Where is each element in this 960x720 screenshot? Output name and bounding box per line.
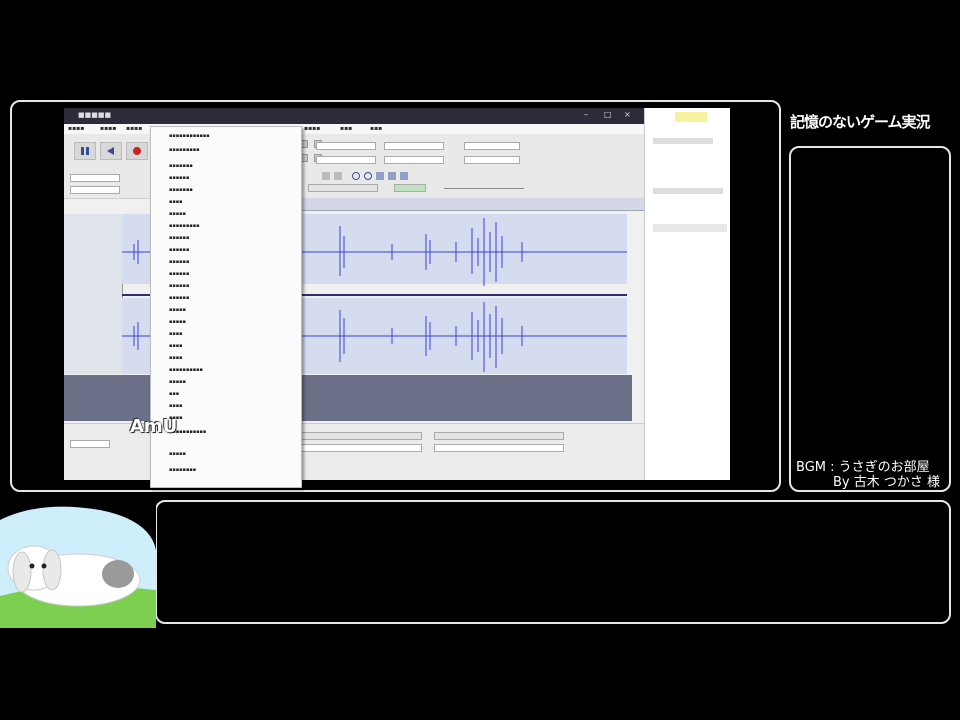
menu-item[interactable]: ▪▪▪▪▪▪▪▪	[169, 467, 196, 475]
menu-item[interactable]: ▪▪▪▪	[169, 331, 183, 339]
skip-start-icon	[107, 147, 114, 155]
menu-item[interactable]: ▪▪▪▪▪▪▪▪▪▪	[169, 367, 203, 375]
menu-item[interactable]: ▪▪▪▪▪▪	[169, 295, 189, 303]
watermark-text: AmU	[130, 416, 178, 437]
menu-item[interactable]: ▪▪▪▪▪	[169, 379, 186, 387]
device-select[interactable]	[70, 174, 120, 182]
selection-start-field[interactable]	[300, 444, 422, 452]
selection-end-field[interactable]	[434, 444, 564, 452]
logo-title: 記憶のないゲーム実況	[790, 113, 931, 131]
edit-toolbar[interactable]	[322, 170, 412, 182]
menu-item[interactable]: ▪▪▪▪▪▪▪▪▪▪▪▪	[169, 133, 210, 141]
trim-icon[interactable]	[388, 172, 396, 180]
menu-item[interactable]: ▪▪▪▪	[304, 125, 320, 132]
menu-item[interactable]: ▪▪▪▪▪▪▪	[169, 187, 193, 195]
zoom-out-icon[interactable]	[364, 172, 372, 180]
menu-item[interactable]: ▪▪▪▪▪▪▪	[169, 163, 193, 171]
fit-icon[interactable]	[376, 172, 384, 180]
menu-item[interactable]: ▪▪▪▪	[169, 343, 183, 351]
app-title: ■■■■■	[78, 111, 112, 119]
menu-item[interactable]: ▪▪▪▪▪▪	[169, 235, 189, 243]
close-icon[interactable]: ×	[624, 110, 631, 119]
menu-item[interactable]: ▪▪▪▪	[126, 125, 142, 132]
menu-item[interactable]: ▪▪▪▪	[169, 199, 183, 207]
menu-item[interactable]: ▪▪▪▪	[169, 403, 183, 411]
panel-item[interactable]	[653, 224, 727, 232]
minimize-icon[interactable]: –	[584, 110, 588, 119]
bgm-credit-line2: By 古木 つかさ 様	[833, 475, 941, 490]
playback-speed-slider[interactable]	[444, 188, 524, 189]
timeline-ruler[interactable]	[300, 198, 644, 211]
menu-item[interactable]: ▪▪▪▪▪	[169, 307, 186, 315]
selection-mode-select[interactable]	[434, 432, 564, 440]
highlight-label	[675, 112, 707, 122]
channel-select[interactable]	[70, 186, 120, 194]
meter-playback-2[interactable]	[316, 156, 376, 164]
meter-record[interactable]	[384, 142, 444, 150]
menu-item[interactable]: ▪▪▪▪▪▪	[169, 283, 189, 291]
share-audio-button[interactable]	[394, 184, 426, 192]
project-rate-field[interactable]	[70, 440, 110, 448]
pause-button[interactable]	[74, 142, 96, 160]
side-info-frame	[789, 146, 951, 492]
menu-item[interactable]: ▪▪▪▪	[169, 355, 183, 363]
record-button[interactable]	[126, 142, 148, 160]
pause-icon	[81, 147, 89, 155]
menu-item[interactable]: ▪▪▪▪▪▪▪▪▪	[169, 147, 200, 155]
menu-item[interactable]: ▪▪▪▪▪▪	[169, 247, 189, 255]
meter-playback[interactable]	[316, 142, 376, 150]
meter-extra-2[interactable]	[464, 156, 520, 164]
zoom-icon[interactable]	[352, 172, 360, 180]
meter-record-2[interactable]	[384, 156, 444, 164]
menu-item[interactable]: ▪▪▪▪▪	[169, 319, 186, 327]
record-icon	[133, 147, 141, 155]
menu-item[interactable]: ▪▪▪	[340, 125, 352, 132]
subtitle-box	[155, 500, 951, 624]
bunny-mascot	[0, 500, 156, 628]
snap-select[interactable]	[300, 432, 422, 440]
app-titlebar: ■■■■■ – □ ×	[64, 108, 644, 124]
panel-line	[653, 138, 713, 144]
meter-extra[interactable]	[464, 142, 520, 150]
audio-setup[interactable]	[308, 184, 378, 192]
maximize-icon[interactable]: □	[604, 110, 612, 119]
channel-logo: 記憶のないゲーム実況	[790, 101, 954, 143]
menu-item[interactable]: ▪▪▪	[169, 391, 179, 399]
panel-line	[653, 188, 723, 194]
menu-item[interactable]: ▪▪▪▪▪▪▪▪▪	[169, 223, 200, 231]
right-side-panel	[644, 108, 730, 480]
silence-icon[interactable]	[400, 172, 408, 180]
menu-item[interactable]: ▪▪▪▪	[68, 125, 84, 132]
skip-start-button[interactable]	[100, 142, 122, 160]
menu-item[interactable]: ▪▪▪▪▪▪	[169, 175, 189, 183]
menu-item[interactable]: ▪▪▪▪▪	[169, 211, 186, 219]
menu-item[interactable]: ▪▪▪	[370, 125, 382, 132]
track-control-panel[interactable]	[64, 214, 123, 374]
menu-item[interactable]: ▪▪▪▪▪	[169, 451, 186, 459]
menu-item[interactable]: ▪▪▪▪▪▪	[169, 259, 189, 267]
menu-item[interactable]: ▪▪▪▪▪▪	[169, 271, 189, 279]
menu-item[interactable]: ▪▪▪▪	[100, 125, 116, 132]
